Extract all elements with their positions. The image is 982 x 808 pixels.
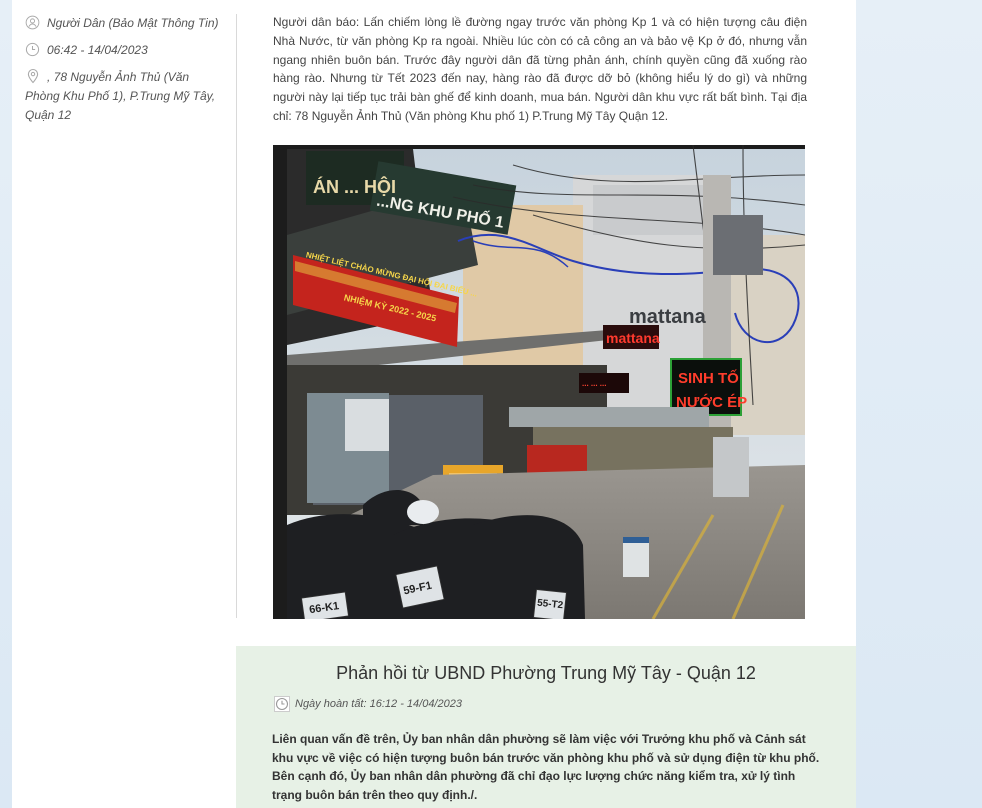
led-small: ... ... ... [582,379,606,388]
response-title: Phản hồi từ UBND Phường Trung Mỹ Tây - Q… [336,663,756,683]
report-address: , 78 Nguyễn Ảnh Thủ (Văn Phòng Khu Phố 1… [25,70,216,122]
report-photo[interactable]: ÁN ... HỘI ...NG KHU PHỐ 1 NHIỆT LIỆT CH… [273,145,805,619]
response-date-row: Ngày hoàn tất: 16:12 - 14/04/2023 [274,696,462,712]
report-text: Người dân báo: Lấn chiếm lòng lề đường n… [273,15,807,123]
response-date: Ngày hoàn tất: 16:12 - 14/04/2023 [295,698,462,710]
sign-store: mattana [629,306,707,328]
report-card: Người Dân (Bảo Mật Thông Tin) 06:42 - 14… [12,0,856,808]
clock-icon [274,696,290,712]
clock-icon [25,42,41,58]
street-scene-photo: ÁN ... HỘI ...NG KHU PHỐ 1 NHIỆT LIỆT CH… [273,145,805,619]
response-panel: Phản hồi từ UBND Phường Trung Mỹ Tây - Q… [236,646,856,808]
led-mattana: mattana [606,330,660,346]
report-meta: Người Dân (Bảo Mật Thông Tin) 06:42 - 14… [25,14,225,125]
address-row: , 78 Nguyễn Ảnh Thủ (Văn Phòng Khu Phố 1… [25,68,225,125]
led-line-2: NƯỚC ÉP [676,393,747,411]
user-icon [25,15,41,31]
led-line-1: SINH TỐ [678,369,739,387]
author-row: Người Dân (Bảo Mật Thông Tin) [25,14,225,33]
location-pin-icon [25,68,41,84]
column-divider [236,14,237,618]
author-name: Người Dân (Bảo Mật Thông Tin) [47,16,219,30]
response-body: Liên quan vấn đề trên, Ủy ban nhân dân p… [272,732,820,802]
time-row: 06:42 - 14/04/2023 [25,41,225,60]
report-time: 06:42 - 14/04/2023 [47,43,148,57]
